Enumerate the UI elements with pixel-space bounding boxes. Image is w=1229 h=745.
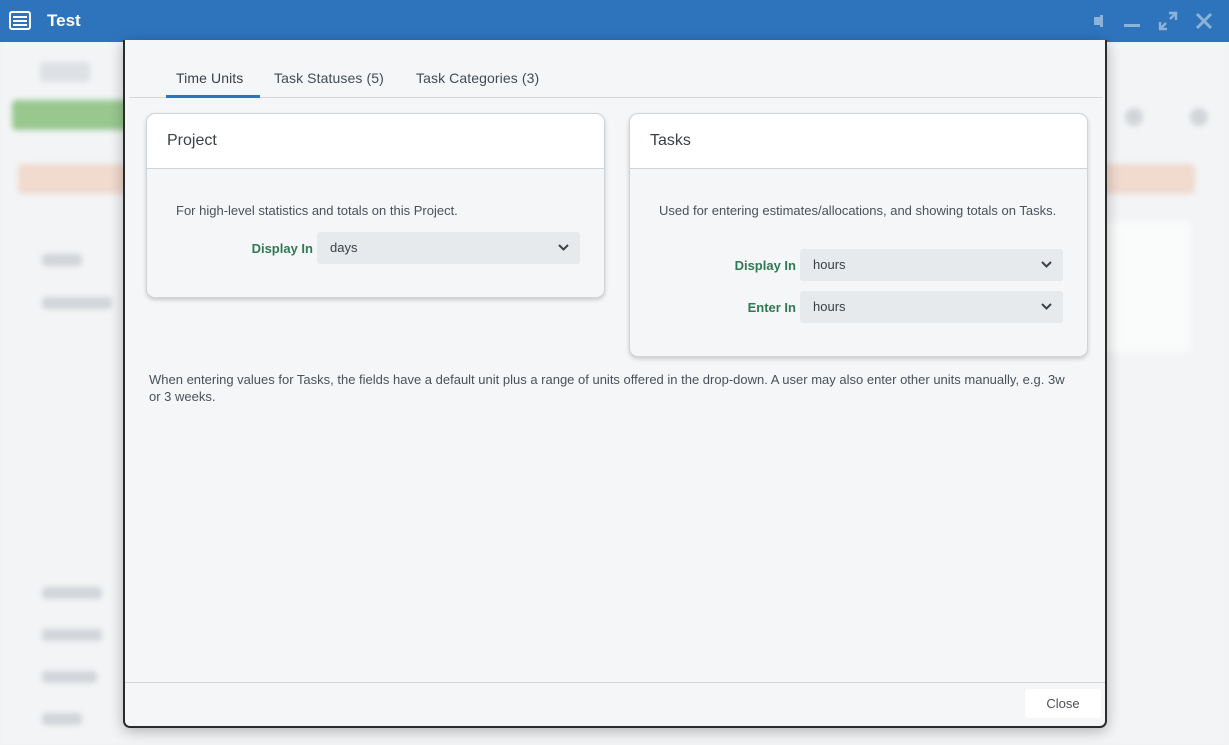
- list-window-icon: [9, 11, 31, 30]
- tab-task-categories[interactable]: Task Categories (3): [416, 70, 539, 98]
- tasks-enter-in-select[interactable]: hours: [800, 291, 1063, 323]
- project-card-body: For high-level statistics and totals on …: [147, 169, 604, 297]
- active-tab-indicator: [166, 95, 260, 98]
- minimize-icon[interactable]: [1122, 11, 1142, 31]
- chevron-down-icon: [1041, 303, 1052, 310]
- tab-task-statuses[interactable]: Task Statuses (5): [274, 70, 384, 98]
- project-display-in-label: Display In: [251, 241, 313, 256]
- tab-time-units[interactable]: Time Units: [176, 70, 243, 98]
- pin-icon[interactable]: [1086, 11, 1106, 31]
- tasks-card: Tasks Used for entering estimates/alloca…: [629, 113, 1088, 357]
- project-display-in-select[interactable]: days: [317, 232, 580, 264]
- tasks-display-in-value: hours: [813, 257, 846, 272]
- tasks-card-body: Used for entering estimates/allocations,…: [630, 169, 1087, 356]
- tasks-display-in-label: Display In: [734, 258, 796, 273]
- tasks-enter-in-label: Enter In: [747, 300, 796, 315]
- title-bar: Test: [0, 0, 1229, 42]
- chevron-down-icon: [558, 244, 569, 251]
- tasks-enter-in-value: hours: [813, 299, 846, 314]
- maximize-icon[interactable]: [1158, 11, 1178, 31]
- tasks-description: Used for entering estimates/allocations,…: [659, 203, 1057, 218]
- project-card: Project For high-level statistics and to…: [146, 113, 605, 298]
- project-card-title: Project: [147, 114, 604, 169]
- tab-bar: Time Units Task Statuses (5) Task Catego…: [129, 40, 1103, 98]
- chevron-down-icon: [1041, 261, 1052, 268]
- close-button[interactable]: Close: [1025, 689, 1101, 718]
- project-display-in-value: days: [330, 240, 358, 255]
- project-description: For high-level statistics and totals on …: [176, 203, 458, 218]
- units-help-note: When entering values for Tasks, the fiel…: [149, 372, 1065, 404]
- tasks-display-in-select[interactable]: hours: [800, 249, 1063, 281]
- window-title: Test: [47, 11, 81, 30]
- close-icon[interactable]: [1194, 11, 1214, 31]
- tasks-card-title: Tasks: [630, 114, 1087, 169]
- dialog-footer: Close: [125, 682, 1105, 726]
- time-units-dialog: Time Units Task Statuses (5) Task Catego…: [123, 40, 1107, 728]
